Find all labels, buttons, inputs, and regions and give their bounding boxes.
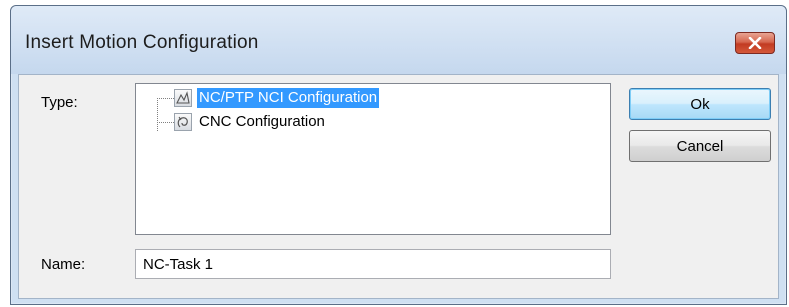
close-icon xyxy=(748,37,762,49)
title-bar[interactable]: Insert Motion Configuration xyxy=(11,6,786,74)
ok-button[interactable]: Ok xyxy=(629,88,771,120)
tree-item-label: CNC Configuration xyxy=(199,113,325,130)
insert-motion-configuration-dialog: Insert Motion Configuration Type: NC/PTP… xyxy=(10,5,787,305)
tree-item-label: NC/PTP NCI Configuration xyxy=(197,88,380,108)
dialog-title: Insert Motion Configuration xyxy=(25,32,259,53)
tree-connector-line xyxy=(157,98,158,131)
close-button[interactable] xyxy=(735,32,775,54)
dialog-body: Type: NC/PTP NCI Configuration CNC Confi… xyxy=(18,74,779,299)
type-tree-view[interactable]: NC/PTP NCI Configuration CNC Configurati… xyxy=(135,83,611,235)
name-input[interactable] xyxy=(135,249,611,279)
cancel-button[interactable]: Cancel xyxy=(629,130,771,162)
tree-item-cnc-configuration[interactable]: CNC Configuration xyxy=(174,111,327,133)
tree-connector-line xyxy=(157,98,174,99)
tree-connector-line xyxy=(157,122,174,123)
type-label: Type: xyxy=(41,94,78,111)
name-label: Name: xyxy=(41,256,86,273)
tree-item-nc-ptp-nci-configuration[interactable]: NC/PTP NCI Configuration xyxy=(174,87,380,109)
nc-ptp-icon xyxy=(174,89,192,107)
cnc-icon xyxy=(174,113,192,131)
